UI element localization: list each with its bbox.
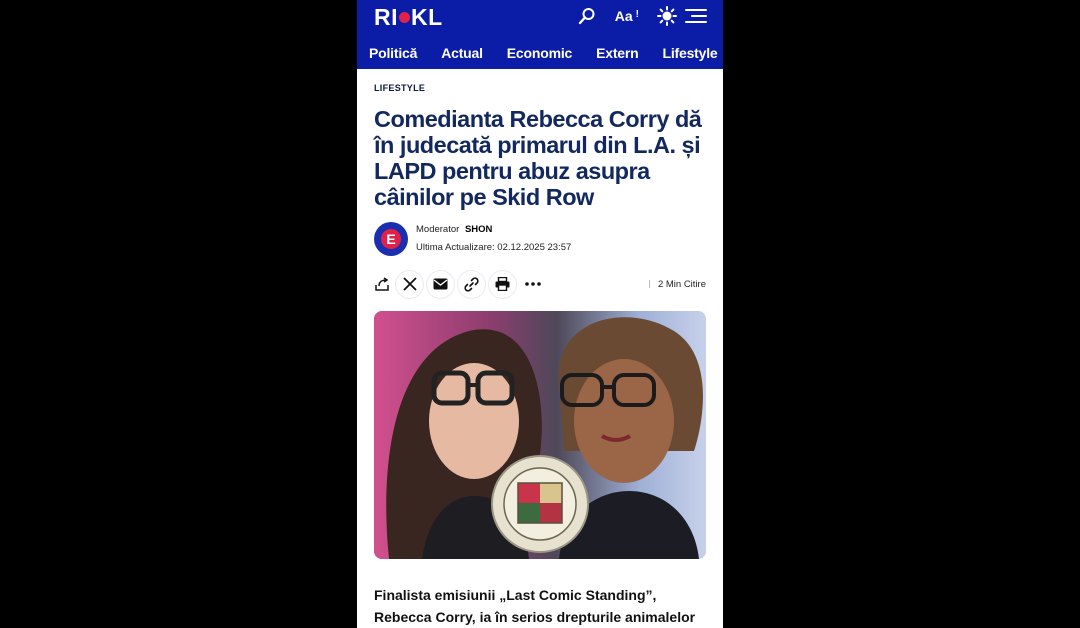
toolbar: Aa ! [577, 5, 707, 27]
search-icon[interactable] [577, 7, 597, 25]
nav-item-politica[interactable]: Politică [369, 45, 417, 61]
article: LIFESTYLE Comedianta Rebecca Corry dă în… [357, 83, 723, 628]
share-icon[interactable] [374, 270, 390, 298]
print-icon[interactable] [489, 270, 516, 298]
font-size-badge: ! [635, 8, 639, 20]
author-role: Moderator [416, 224, 460, 235]
article-intro: Finalista emisiunii „Last Comic Standing… [374, 587, 696, 625]
author-row: E Moderator SHON Ultima Actualizare: 02.… [374, 221, 706, 257]
logo-text-left: RI [374, 3, 398, 30]
avatar-letter: E [381, 229, 401, 249]
author-name[interactable]: SHON [465, 224, 492, 235]
article-category[interactable]: LIFESTYLE [374, 83, 706, 93]
nav-item-extern[interactable]: Extern [596, 45, 639, 61]
menu-icon[interactable] [685, 7, 707, 25]
site-logo[interactable]: RI KL [374, 3, 443, 30]
logo-dot [399, 11, 410, 23]
author-meta: Moderator SHON Ultima Actualizare: 02.12… [416, 221, 571, 257]
updated-date: Ultima Actualizare: 02.12.2025 23:57 [416, 242, 572, 253]
article-headline: Comedianta Rebecca Corry dă în judecată … [374, 106, 702, 210]
x-icon[interactable] [396, 270, 423, 298]
hero-image[interactable] [374, 311, 706, 559]
phone-screen: RI KL Aa ! Politică Actual Economic Exte… [357, 0, 723, 628]
font-size-button[interactable]: Aa ! [615, 8, 639, 24]
logo-text-right: KL [411, 3, 443, 30]
sun-icon[interactable] [657, 6, 677, 26]
more-icon[interactable] [522, 270, 544, 298]
avatar[interactable]: E [374, 222, 408, 256]
link-icon[interactable] [458, 270, 485, 298]
font-size-label: Aa [614, 8, 633, 24]
nav-item-actual[interactable]: Actual [441, 45, 483, 61]
read-time: 2 Min Citire [648, 278, 706, 290]
main-nav: Politică Actual Economic Extern Lifestyl… [357, 42, 723, 64]
nav-item-economic[interactable]: Economic [507, 45, 573, 61]
read-time-label: 2 Min Citire [657, 278, 706, 290]
hero-illustration [374, 311, 706, 559]
mail-icon[interactable] [427, 270, 454, 298]
share-row: 2 Min Citire [374, 270, 706, 298]
top-bar: RI KL Aa ! Politică Actual Economic Exte… [357, 0, 723, 69]
author-line: Moderator SHON [416, 221, 571, 239]
nav-item-lifestyle[interactable]: Lifestyle [662, 45, 717, 61]
divider [648, 280, 650, 288]
